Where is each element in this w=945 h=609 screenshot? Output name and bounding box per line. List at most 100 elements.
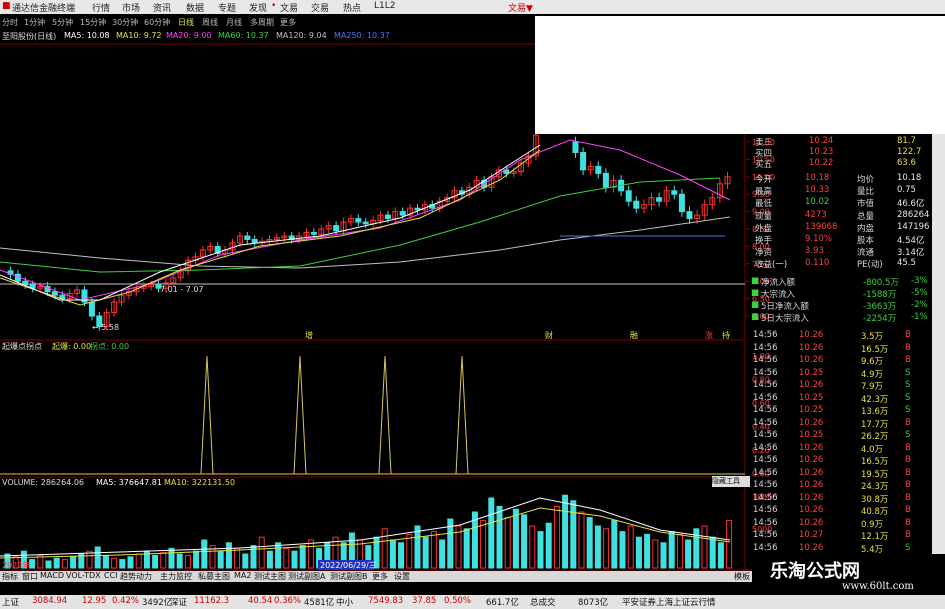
candle xyxy=(532,130,539,161)
candle xyxy=(251,235,258,248)
status-item: 37.85 xyxy=(412,596,437,606)
tab-1[interactable]: 窗口 xyxy=(22,571,38,582)
tick-price: 10.26 xyxy=(799,542,824,553)
tick-side: B xyxy=(905,355,911,365)
tab-12[interactable]: 更多 xyxy=(372,571,388,582)
tab-7[interactable]: 私募主图 xyxy=(198,571,230,582)
candle-body xyxy=(678,193,685,213)
volume-bar xyxy=(381,528,388,569)
stat-value: 10.18 xyxy=(897,173,922,183)
candle xyxy=(325,221,332,234)
tick-time: 14:56 xyxy=(753,442,778,453)
stat-row: 净资 3.93 流通 3.14亿 xyxy=(747,246,932,258)
side-toolbar[interactable] xyxy=(932,134,945,554)
candle-body xyxy=(355,218,362,223)
tick-side: S xyxy=(905,430,911,440)
tick-side: B xyxy=(905,467,911,478)
tick-side: S xyxy=(905,392,911,403)
tick-time: 14:56 xyxy=(753,467,778,478)
signal-spike xyxy=(200,355,214,475)
tick-volume: 4.9万 xyxy=(861,369,884,380)
tick-time: 14:56 xyxy=(753,417,778,428)
tab-11[interactable]: 测试副图B xyxy=(330,571,368,582)
tick-side: B xyxy=(905,330,911,340)
candle xyxy=(355,214,362,227)
tab-10[interactable]: 测试副图A xyxy=(288,571,325,582)
stat-row: 最高 10.33 量比 0.75 xyxy=(747,185,932,197)
volume-bar xyxy=(94,546,101,569)
flow-label: 5日净流入额 xyxy=(761,302,809,312)
flow-icon: ■ xyxy=(751,288,760,298)
tab-5[interactable]: 趋势动力 xyxy=(120,571,152,582)
volume-bar xyxy=(668,531,675,569)
candle-body xyxy=(572,141,579,153)
tab-13[interactable]: 设置 xyxy=(394,571,410,582)
tab-4[interactable]: CCI xyxy=(104,571,118,580)
tick-time: 14:56 xyxy=(753,455,778,465)
ma120-label: MA120: 9.04 xyxy=(276,31,327,40)
tab-3[interactable]: VOL-TDX xyxy=(66,571,101,580)
volume-bar xyxy=(275,542,282,569)
stat-row: 收益(一) 0.110 PE(动) 45.5 xyxy=(747,258,932,270)
flow-row: ■ 5日大宗流入 -2254万 -1% xyxy=(747,312,932,324)
tick-price: 10.26 xyxy=(799,492,824,503)
tab-2[interactable]: MACD xyxy=(40,571,64,580)
volume-bar xyxy=(414,525,421,569)
candle xyxy=(724,171,731,190)
flow-pct: -2% xyxy=(911,300,928,310)
ma250-label: MA250: 10.37 xyxy=(334,31,390,40)
status-item: 平安证券上海上证云行情 xyxy=(622,598,716,608)
tick-row: 14:56 10.26 0.9万 B xyxy=(747,518,932,530)
tick-price: 10.25 xyxy=(799,367,824,378)
volume-bar xyxy=(488,497,495,569)
tick-side: B xyxy=(905,342,911,353)
stat-label: 今开 xyxy=(755,175,773,185)
volume-bar xyxy=(234,547,241,569)
volume-bar xyxy=(45,560,52,569)
candle xyxy=(633,195,640,214)
volume-bar xyxy=(521,514,528,569)
volume-bar xyxy=(176,553,183,569)
stat-label: 最高 xyxy=(755,187,773,198)
status-item: 深证 xyxy=(170,598,188,608)
candle xyxy=(451,186,458,202)
volume-bar xyxy=(53,557,60,569)
volume-bar xyxy=(611,519,618,569)
volume-bar xyxy=(717,542,724,569)
candle xyxy=(656,192,663,207)
tick-time: 14:56 xyxy=(753,480,778,490)
volume-bar xyxy=(299,545,306,569)
stat-row: 现量 4273 总量 286264 xyxy=(747,210,932,222)
tab-6[interactable]: 主力监控 xyxy=(160,571,192,582)
candle-body xyxy=(414,207,421,211)
candle xyxy=(347,214,354,227)
low-annotation: ← 5.58 xyxy=(92,323,119,332)
tab-9[interactable]: 测试主图 xyxy=(254,571,286,582)
stat-value: 139068 xyxy=(805,221,838,232)
tick-side: B xyxy=(905,442,911,453)
tab-8[interactable]: MA2 xyxy=(234,571,251,580)
stat-value: 147196 xyxy=(897,221,930,232)
tab-0[interactable]: 指标 xyxy=(2,571,18,582)
signal-spike xyxy=(378,355,392,475)
tick-price: 10.26 xyxy=(799,467,824,478)
tick-volume: 4.0万 xyxy=(861,444,884,455)
tick-row: 14:56 10.25 26.2万 S xyxy=(747,430,932,442)
stat-label: 股本 xyxy=(857,236,875,246)
signal-spike xyxy=(293,355,307,475)
stat-label: PE(动) xyxy=(857,260,883,271)
volume-bar xyxy=(193,550,200,569)
flow-value: -2254万 xyxy=(863,314,897,324)
orderbook-price: 10.22 xyxy=(809,158,834,168)
hide-tools-button[interactable]: 隐藏工具 xyxy=(712,476,750,487)
volume-bars xyxy=(4,494,733,569)
candle-body xyxy=(686,211,693,220)
tick-time: 14:56 xyxy=(753,517,778,528)
tab-template[interactable]: 模板 xyxy=(734,571,750,582)
sub-panel-title: 起爆点拐点 xyxy=(2,342,42,351)
status-item: 0.36% xyxy=(274,596,302,606)
volume-bar xyxy=(217,550,224,569)
stat-row: 换手 9.10% 股本 4.54亿 xyxy=(747,234,932,246)
tick-price: 10.26 xyxy=(799,342,824,353)
qibao-label: 起爆: 0.00 xyxy=(52,342,92,351)
